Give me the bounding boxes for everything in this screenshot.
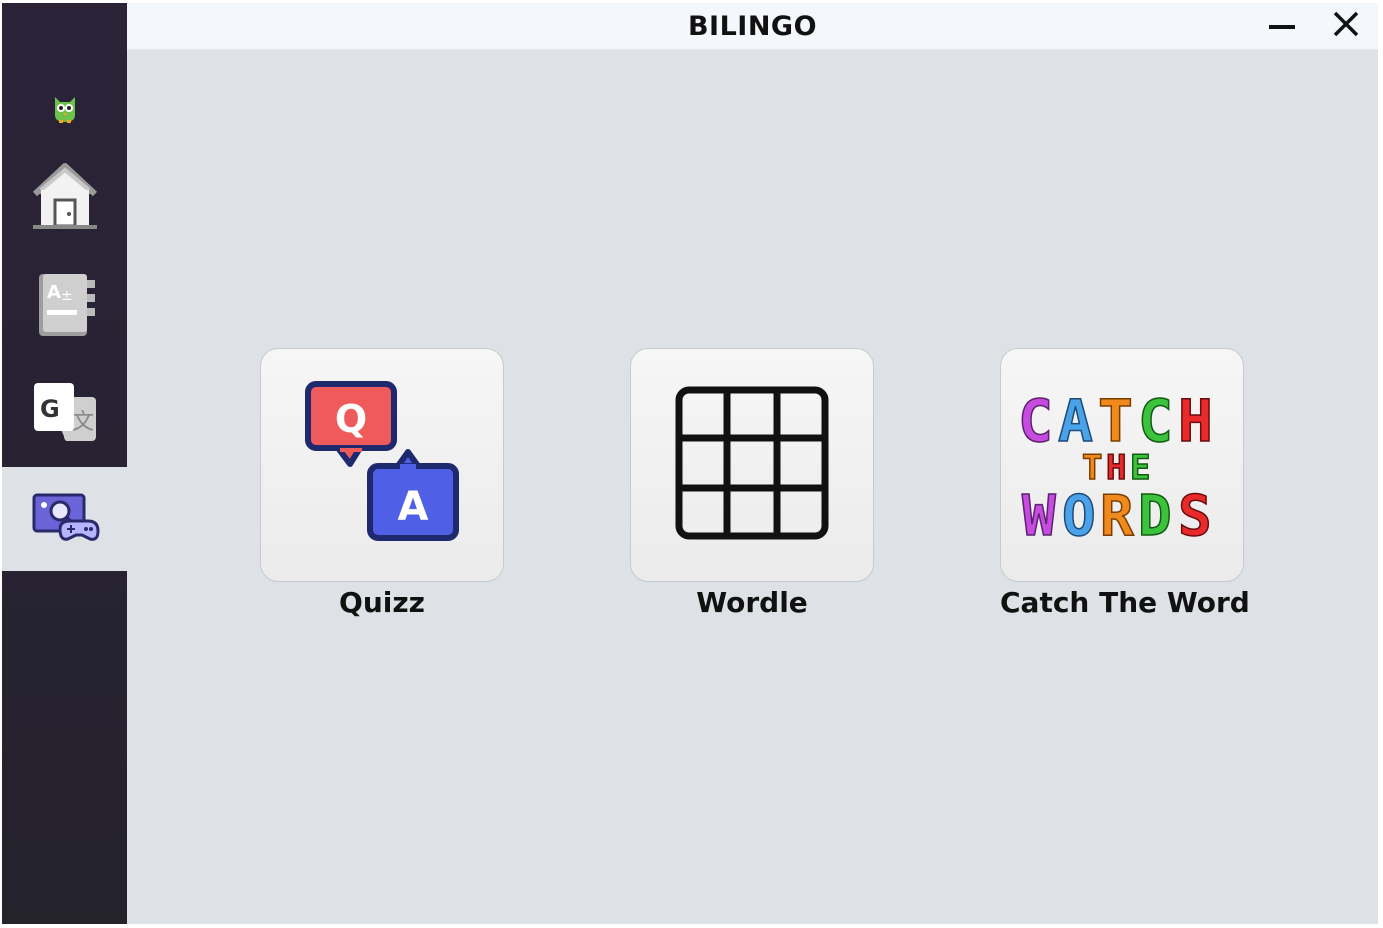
wordle-label: Wordle [696, 586, 808, 619]
svg-text:H: H [1106, 448, 1126, 488]
game-card-catch-the-word: C A T C H T H E W O R D S Catch The Word [1000, 348, 1250, 619]
svg-text:T: T [1098, 387, 1133, 455]
svg-text:S: S [1178, 484, 1212, 543]
games-panel: Q A Quizz Wordle C A T C H T H E W O R D… [127, 49, 1378, 924]
owl-logo-icon [50, 93, 80, 130]
grid-icon [675, 386, 829, 545]
svg-text:±: ± [61, 288, 73, 304]
sidebar-item-dictionary[interactable]: A ± [2, 255, 127, 359]
catch-the-word-tile-button[interactable]: C A T C H T H E W O R D S [1000, 348, 1244, 582]
svg-text:H: H [1178, 387, 1213, 455]
game-card-quizz: Q A Quizz [260, 348, 504, 619]
dictionary-icon: A ± [33, 270, 97, 345]
svg-text:R: R [1100, 484, 1134, 543]
close-button[interactable] [1328, 9, 1364, 43]
quizz-label: Quizz [339, 586, 425, 619]
game-card-wordle: Wordle [630, 348, 874, 619]
svg-text:G: G [40, 395, 60, 423]
catch-the-word-label: Catch The Word [1000, 586, 1250, 619]
games-icon [30, 489, 100, 550]
quizz-tile-button[interactable]: Q A [260, 348, 504, 582]
sidebar: A ± 文 G [2, 3, 127, 924]
translate-icon: 文 G [30, 379, 100, 452]
svg-text:A: A [1058, 387, 1093, 455]
catch-the-words-logo: C A T C H T H E W O R D S [1017, 383, 1226, 550]
sidebar-item-games[interactable] [2, 467, 127, 571]
svg-text:T: T [1082, 448, 1102, 488]
sidebar-item-translate[interactable]: 文 G [2, 363, 127, 467]
home-icon [29, 162, 101, 237]
minimize-icon [1269, 17, 1295, 35]
svg-text:A: A [398, 484, 429, 530]
quiz-icon: Q A [302, 378, 462, 553]
svg-text:D: D [1138, 484, 1172, 543]
svg-text:W: W [1022, 484, 1056, 543]
svg-text:Q: Q [335, 397, 367, 441]
svg-text:文: 文 [72, 410, 94, 435]
svg-text:E: E [1130, 448, 1150, 488]
svg-text:O: O [1062, 484, 1096, 543]
svg-text:A: A [47, 282, 61, 303]
title-bar: BILINGO [127, 3, 1378, 50]
svg-text:C: C [1138, 387, 1173, 455]
minimize-button[interactable] [1264, 9, 1300, 43]
close-icon [1333, 11, 1359, 42]
sidebar-item-home[interactable] [2, 147, 127, 251]
window-title: BILINGO [687, 11, 818, 42]
svg-text:C: C [1018, 387, 1053, 455]
app-window: A ± 文 G BILINGO Q A Quizz Wordle C A T C… [2, 3, 1378, 924]
wordle-tile-button[interactable] [630, 348, 874, 582]
